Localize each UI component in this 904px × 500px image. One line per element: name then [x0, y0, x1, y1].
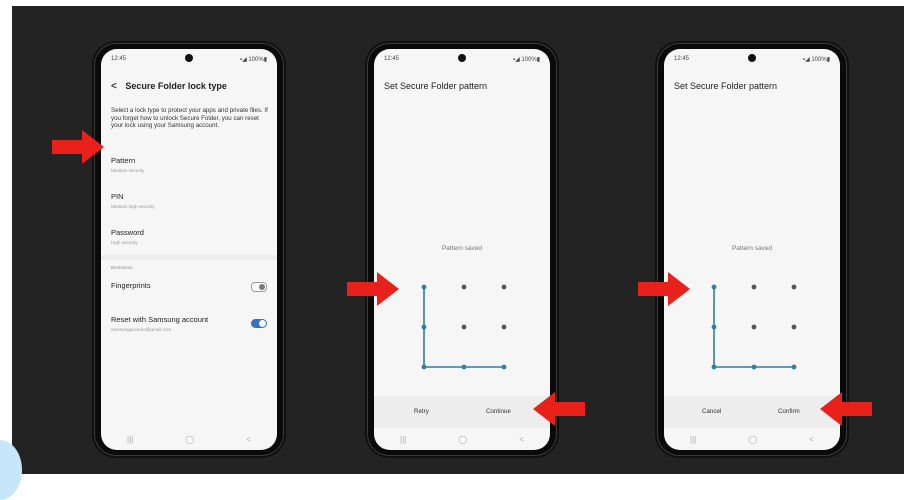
pattern-dot[interactable] [751, 284, 757, 290]
arrow-right-icon [638, 272, 690, 306]
pattern-dot[interactable] [751, 324, 757, 330]
status-icons: ▪◢ 100%▮ [239, 57, 267, 63]
status-icons: ▪◢ 100%▮ [512, 57, 540, 63]
section-divider [101, 255, 277, 260]
option-pin[interactable]: PIN Medium-high security [111, 192, 155, 209]
phone-screen: 12:45 ▪◢ 100%▮ Set Secure Folder pattern… [664, 49, 840, 450]
cancel-button[interactable]: Cancel [702, 408, 721, 415]
fingerprints-label: Fingerprints [111, 281, 151, 290]
page-title: Set Secure Folder pattern [384, 81, 488, 91]
fingerprints-row[interactable]: Fingerprints [111, 281, 151, 290]
confirm-button[interactable]: Confirm [778, 408, 800, 415]
pattern-status-label: Pattern saved [731, 245, 773, 252]
pattern-dot[interactable] [421, 364, 427, 370]
arrow-right-icon [52, 130, 104, 164]
phone-confirm-pattern: 12:45 ▪◢ 100%▮ Set Secure Folder pattern… [657, 43, 847, 456]
front-camera [458, 54, 466, 62]
phone-screen: 12:45 ▪◢ 100%▮ Set Secure Folder pattern… [374, 49, 550, 450]
pattern-dot[interactable] [421, 324, 427, 330]
pattern-grid[interactable] [414, 277, 514, 377]
pattern-dot[interactable] [751, 364, 757, 370]
toggle-knob [259, 320, 266, 327]
page-title: Set Secure Folder pattern [674, 81, 778, 91]
home-icon[interactable]: ◯ [458, 435, 467, 444]
status-time: 12:45 [111, 56, 127, 62]
option-password-subtitle: High security [111, 240, 138, 245]
action-bar: Cancel Confirm [664, 396, 840, 428]
back-icon[interactable]: < [519, 435, 524, 444]
back-icon[interactable]: < [246, 435, 251, 444]
option-pin-title: PIN [111, 192, 124, 201]
option-password[interactable]: Password High security [111, 228, 144, 245]
option-pattern-subtitle: Medium security [111, 168, 145, 173]
biometrics-section-label: Biometrics [111, 265, 133, 270]
home-icon[interactable]: ◯ [748, 435, 757, 444]
navigation-bar: ||| ◯ < [101, 428, 277, 450]
pattern-grid[interactable] [704, 277, 804, 377]
phone-lock-type: 12:45 ▪◢ 100%▮ < Secure Folder lock type… [94, 43, 284, 456]
pattern-dot[interactable] [791, 324, 797, 330]
status-icons: ▪◢ 100%▮ [802, 57, 830, 63]
option-pattern[interactable]: Pattern Medium security [111, 156, 144, 173]
arrow-left-icon [533, 392, 585, 426]
recent-apps-icon[interactable]: ||| [690, 435, 696, 444]
status-time: 12:45 [674, 56, 690, 62]
action-bar: Retry Continue [374, 396, 550, 428]
pattern-dot[interactable] [421, 284, 427, 290]
pattern-dot[interactable] [711, 284, 717, 290]
option-password-title: Password [111, 228, 144, 237]
recent-apps-icon[interactable]: ||| [127, 435, 133, 444]
tutorial-canvas: 12:45 ▪◢ 100%▮ < Secure Folder lock type… [12, 6, 904, 474]
reset-samsung-toggle[interactable] [251, 319, 267, 328]
navigation-bar: ||| ◯ < [374, 428, 550, 450]
reset-samsung-email: samsungaccount@gmail.com [111, 327, 172, 332]
arrow-right-icon [347, 272, 399, 306]
pattern-dot[interactable] [501, 324, 507, 330]
pattern-dot[interactable] [791, 364, 797, 370]
lock-type-description: Select a lock type to protect your apps … [111, 107, 268, 130]
front-camera [748, 54, 756, 62]
back-arrow-icon[interactable]: < [111, 81, 117, 92]
pattern-dot[interactable] [461, 284, 467, 290]
retry-button[interactable]: Retry [414, 408, 429, 415]
pattern-dot[interactable] [461, 324, 467, 330]
toggle-knob [259, 284, 265, 290]
phone-screen: 12:45 ▪◢ 100%▮ < Secure Folder lock type… [101, 49, 277, 450]
fingerprints-toggle[interactable] [251, 282, 267, 292]
reset-samsung-row[interactable]: Reset with Samsung account samsungaccoun… [111, 315, 208, 332]
reset-samsung-label: Reset with Samsung account [111, 315, 209, 324]
phone-set-pattern: 12:45 ▪◢ 100%▮ Set Secure Folder pattern… [367, 43, 557, 456]
page-title: Secure Folder lock type [125, 81, 227, 91]
pattern-status-label: Pattern saved [441, 245, 483, 252]
pattern-dot[interactable] [711, 364, 717, 370]
navigation-bar: ||| ◯ < [664, 428, 840, 450]
pattern-dot[interactable] [501, 284, 507, 290]
recent-apps-icon[interactable]: ||| [400, 435, 406, 444]
option-pin-subtitle: Medium-high security [111, 204, 155, 209]
home-icon[interactable]: ◯ [185, 435, 194, 444]
front-camera [185, 54, 193, 62]
pattern-dot[interactable] [501, 364, 507, 370]
option-pattern-title: Pattern [111, 156, 136, 165]
continue-button[interactable]: Continue [486, 408, 511, 415]
pattern-dot[interactable] [461, 364, 467, 370]
pattern-dot[interactable] [791, 284, 797, 290]
arrow-left-icon [820, 392, 872, 426]
status-time: 12:45 [384, 56, 400, 62]
back-icon[interactable]: < [809, 435, 814, 444]
pattern-dot[interactable] [711, 324, 717, 330]
page-title-bar: < Secure Folder lock type [111, 81, 227, 92]
